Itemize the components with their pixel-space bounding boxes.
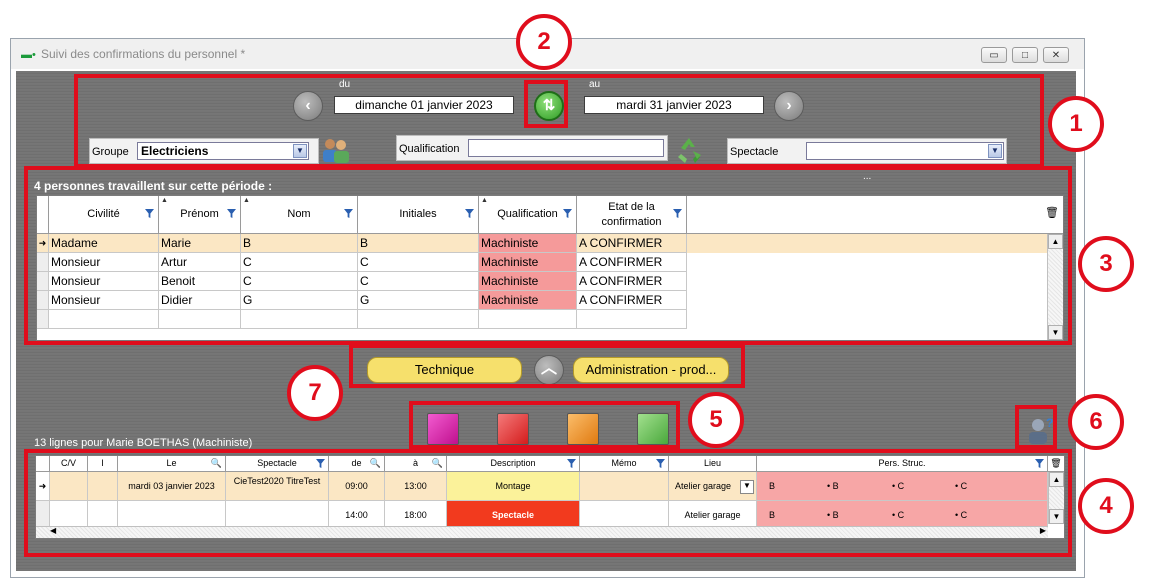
annotation-box-2 xyxy=(524,80,568,128)
schedule-summary: 13 lignes pour Marie BOETHAS (Machiniste… xyxy=(34,437,253,449)
annotation-box-5 xyxy=(409,401,680,449)
callout-6: 6 xyxy=(1068,394,1124,450)
callout-4: 4 xyxy=(1078,478,1134,534)
annotation-box-6 xyxy=(1015,405,1057,449)
callout-3: 3 xyxy=(1078,236,1134,292)
annotation-box-3 xyxy=(24,166,1072,345)
annotation-box-7 xyxy=(349,344,745,388)
callout-2: 2 xyxy=(516,14,572,70)
callout-7: 7 xyxy=(287,365,343,421)
close-button[interactable]: ✕ xyxy=(1043,47,1069,63)
callout-5: 5 xyxy=(688,392,744,448)
maximize-button[interactable]: □ xyxy=(1012,47,1038,63)
callout-1: 1 xyxy=(1048,96,1104,152)
minimize-button[interactable]: ▭ xyxy=(981,47,1007,63)
window-title: Suivi des confirmations du personnel * xyxy=(41,47,246,61)
app-icon: ▬• xyxy=(21,49,36,61)
annotation-box-4 xyxy=(24,449,1072,557)
